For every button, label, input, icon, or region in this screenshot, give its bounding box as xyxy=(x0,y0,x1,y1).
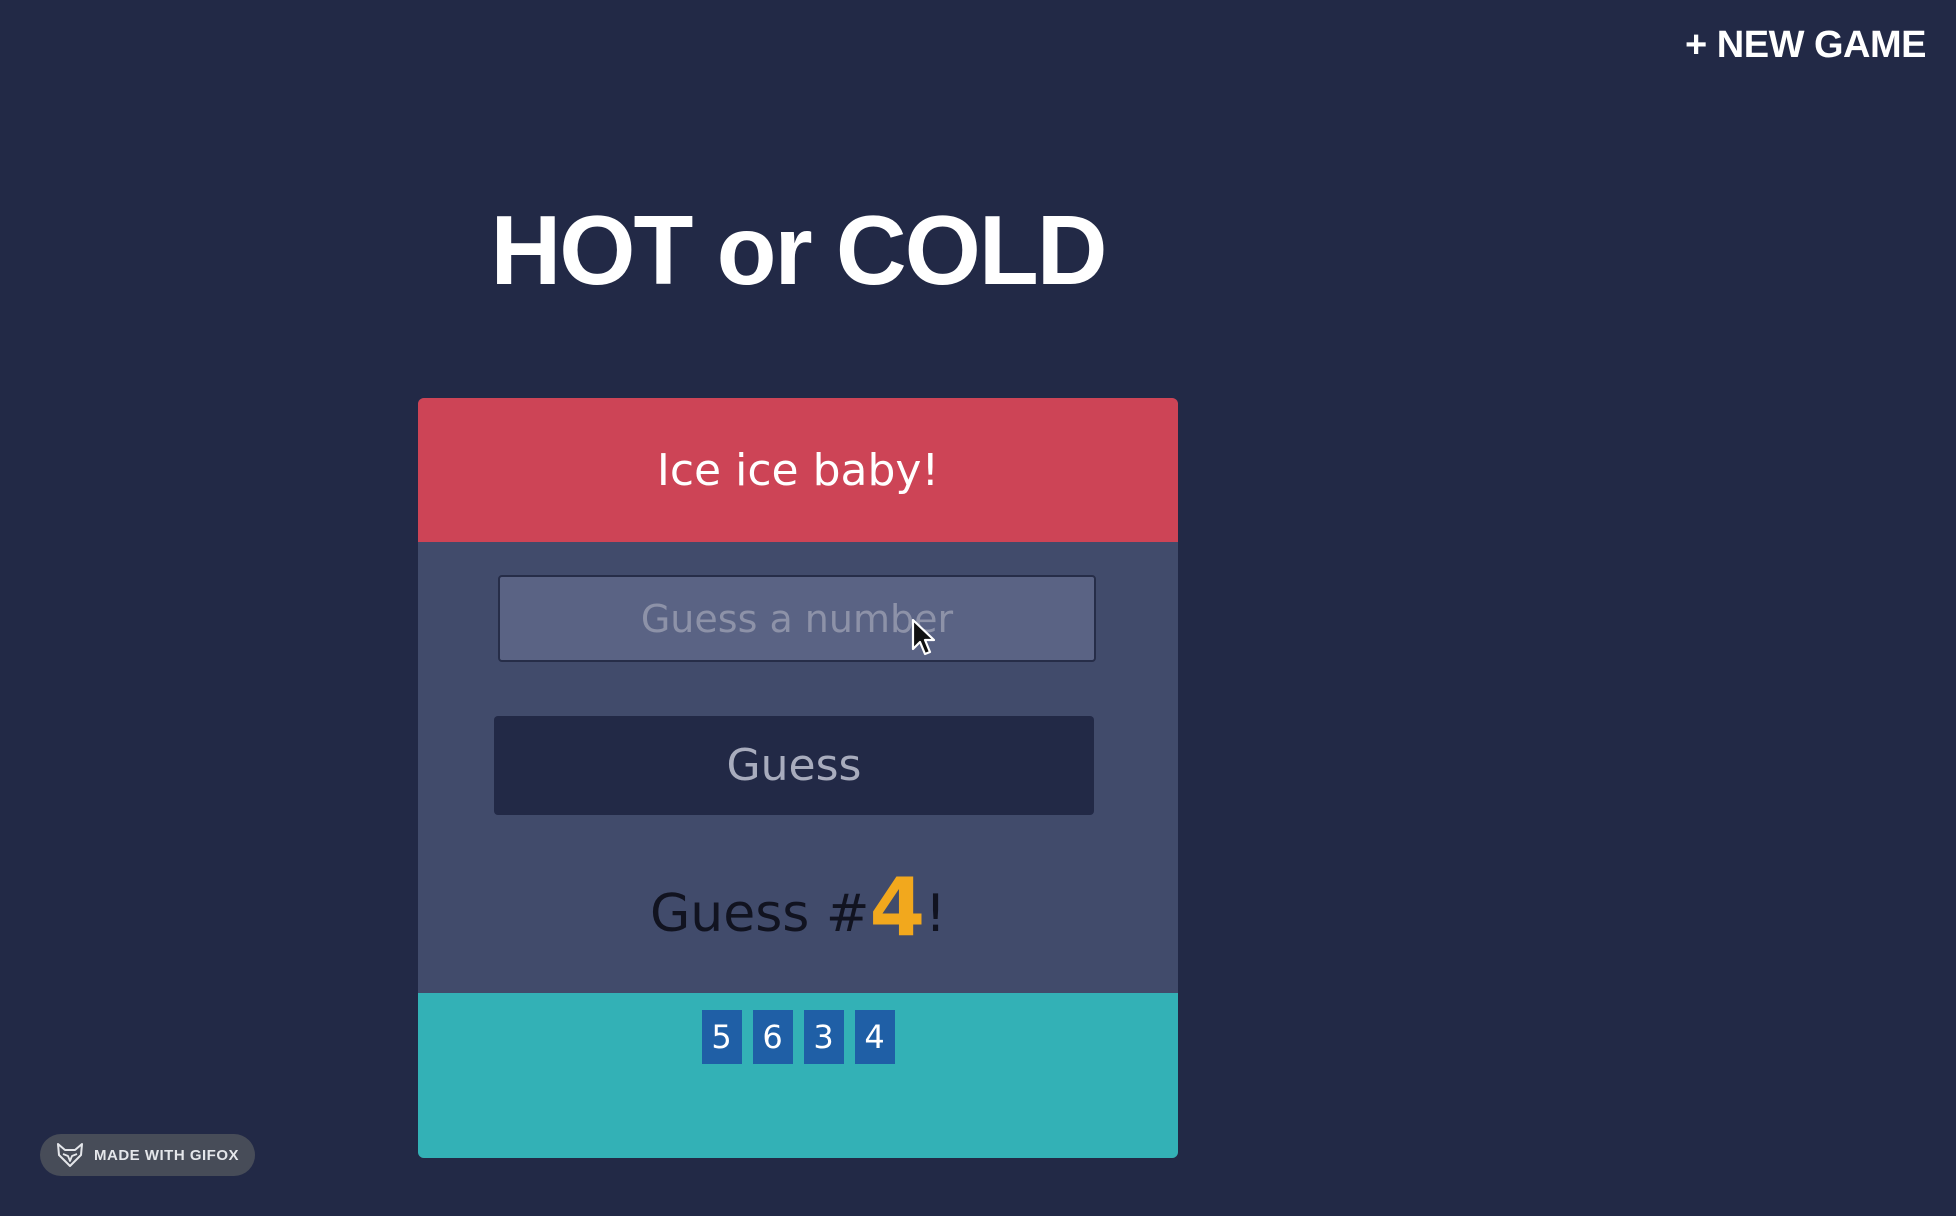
page-title: HOT or COLD xyxy=(490,195,1108,305)
guess-count: Guess #4! xyxy=(418,868,1178,954)
new-game-button[interactable]: + NEW GAME xyxy=(1685,24,1926,67)
gifox-badge-label: MADE WITH GIFOX xyxy=(94,1146,239,1164)
guess-history: 5 6 3 4 xyxy=(418,993,1178,1158)
guess-count-prefix: Guess # xyxy=(649,884,870,944)
mouse-cursor-icon xyxy=(911,618,936,656)
guess-count-number: 4 xyxy=(869,861,926,954)
guess-button[interactable]: Guess xyxy=(494,716,1094,815)
game-card: Ice ice baby! Guess Guess #4! 5 6 3 4 xyxy=(418,398,1178,1158)
guess-history-item: 4 xyxy=(854,1010,895,1064)
fox-icon xyxy=(57,1143,83,1167)
feedback-message: Ice ice baby! xyxy=(656,444,940,496)
guess-history-item: 5 xyxy=(701,1010,742,1064)
guess-history-item: 3 xyxy=(803,1010,844,1064)
guess-count-suffix: ! xyxy=(925,884,947,944)
guess-history-item: 6 xyxy=(752,1010,793,1064)
gifox-badge[interactable]: MADE WITH GIFOX xyxy=(40,1134,255,1176)
feedback-banner: Ice ice baby! xyxy=(418,398,1178,542)
guess-input[interactable] xyxy=(498,575,1096,662)
